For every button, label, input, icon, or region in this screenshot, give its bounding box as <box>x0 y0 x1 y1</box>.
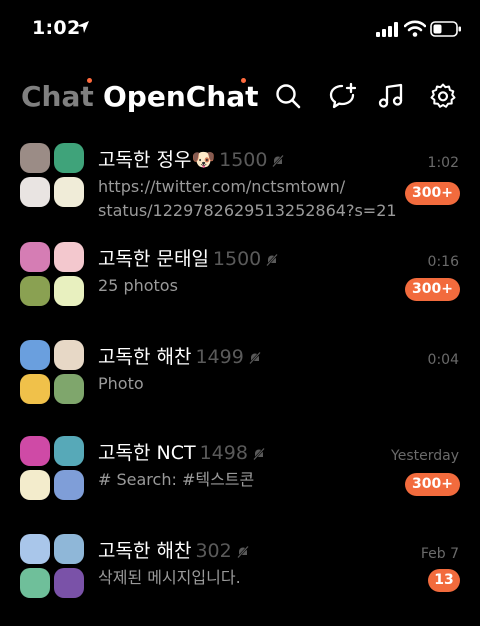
battery-icon <box>430 21 461 37</box>
preview-line: Photo <box>98 374 144 393</box>
member-count: 302 <box>195 540 232 562</box>
preview-line: # Search: #텍스트콘 <box>98 470 255 489</box>
avatar <box>20 143 50 173</box>
avatar <box>20 534 50 564</box>
mute-bell-icon <box>272 153 285 168</box>
member-count: 1498 <box>199 442 248 464</box>
avatar <box>20 470 50 500</box>
group-avatar <box>20 143 84 207</box>
avatar <box>20 436 50 466</box>
mute-bell-icon <box>236 544 250 559</box>
avatar <box>54 374 84 404</box>
chat-row[interactable]: 고독한 해찬 302 삭제된 메시지입니다. Feb 7 13 <box>0 534 480 626</box>
member-count: 1500 <box>219 149 268 171</box>
avatar <box>54 276 84 306</box>
avatar <box>54 340 84 370</box>
group-avatar <box>20 340 84 404</box>
group-avatar <box>20 436 84 500</box>
preview-line: https://twitter.com/nctsmtown/ <box>98 177 346 196</box>
unread-badge: 300+ <box>405 182 460 205</box>
music-icon[interactable] <box>377 82 405 110</box>
chat-title: 고독한 해찬 1499 <box>98 342 262 369</box>
unread-badge: 300+ <box>405 278 460 301</box>
chat-name: 고독한 문태일 <box>98 248 209 270</box>
chat-name: 고독한 해찬 <box>98 346 192 368</box>
timestamp: Feb 7 <box>420 546 459 562</box>
cellular-signal-icon <box>376 22 398 37</box>
preview-line: 25 photos <box>98 276 178 295</box>
group-avatar <box>20 534 84 598</box>
avatar <box>20 177 50 207</box>
member-count: 1499 <box>195 346 244 368</box>
avatar <box>20 276 50 306</box>
settings-gear-icon[interactable] <box>429 82 457 110</box>
avatar <box>20 374 50 404</box>
preview-line: status/1229782629513252864?s=21 <box>98 201 397 220</box>
wifi-icon <box>404 20 426 37</box>
avatar <box>54 177 84 207</box>
avatar <box>54 534 84 564</box>
chat-row[interactable]: 고독한 NCT 1498 # Search: #텍스트콘 Yesterday 30… <box>0 436 480 532</box>
chat-row[interactable]: 고독한 해찬 1499 Photo 0:04 <box>0 340 480 436</box>
member-count: 1500 <box>212 248 262 270</box>
chat-row[interactable]: 고독한 문태일 1500 25 photos 0:16 300+ <box>0 242 480 338</box>
avatar <box>54 242 84 272</box>
avatar <box>20 568 50 598</box>
avatar <box>54 143 84 173</box>
chat-title: 고독한 NCT 1498 <box>98 438 266 465</box>
openchat-new-dot <box>241 78 246 83</box>
chat-title: 고독한 문태일 1500 <box>98 244 279 271</box>
timestamp: 0:04 <box>427 352 459 368</box>
message-preview: 25 photos <box>98 274 178 298</box>
avatar <box>20 242 50 272</box>
chat-new-dot <box>87 78 92 83</box>
chat-row[interactable]: 고독한 정우🐶 1500 https://twitter.com/nctsmtow… <box>0 143 480 239</box>
chat-name: 고독한 정우🐶 <box>98 149 216 171</box>
timestamp: Yesterday <box>391 448 459 464</box>
message-preview: Photo <box>98 372 144 396</box>
avatar <box>54 568 84 598</box>
new-chat-icon[interactable] <box>328 82 356 110</box>
group-avatar <box>20 242 84 306</box>
message-preview: # Search: #텍스트콘 <box>98 468 254 492</box>
unread-badge: 300+ <box>405 473 460 496</box>
mute-bell-icon <box>252 446 266 461</box>
chat-name: 고독한 해찬 <box>98 540 192 562</box>
chat-title: 고독한 정우🐶 1500 <box>98 145 285 172</box>
preview-line: 삭제된 메시지입니다. <box>98 568 241 587</box>
mute-bell-icon <box>265 252 279 267</box>
tab-chat[interactable]: Chat <box>21 80 94 113</box>
search-icon[interactable] <box>274 82 302 110</box>
avatar <box>54 436 84 466</box>
location-arrow-icon <box>77 21 89 33</box>
timestamp: 0:16 <box>427 254 459 270</box>
message-preview: 삭제된 메시지입니다. <box>98 566 241 590</box>
mute-bell-icon <box>248 350 262 365</box>
unread-badge: 13 <box>428 569 460 592</box>
chat-name: 고독한 NCT <box>98 442 196 464</box>
status-bar: 1:02 <box>0 0 480 60</box>
avatar <box>20 340 50 370</box>
message-preview: https://twitter.com/nctsmtown/ status/12… <box>98 175 397 223</box>
timestamp: 1:02 <box>427 155 459 171</box>
tab-openchat[interactable]: OpenChat <box>103 80 259 113</box>
avatar <box>54 470 84 500</box>
status-time: 1:02 <box>32 17 81 39</box>
chat-title: 고독한 해찬 302 <box>98 536 250 563</box>
